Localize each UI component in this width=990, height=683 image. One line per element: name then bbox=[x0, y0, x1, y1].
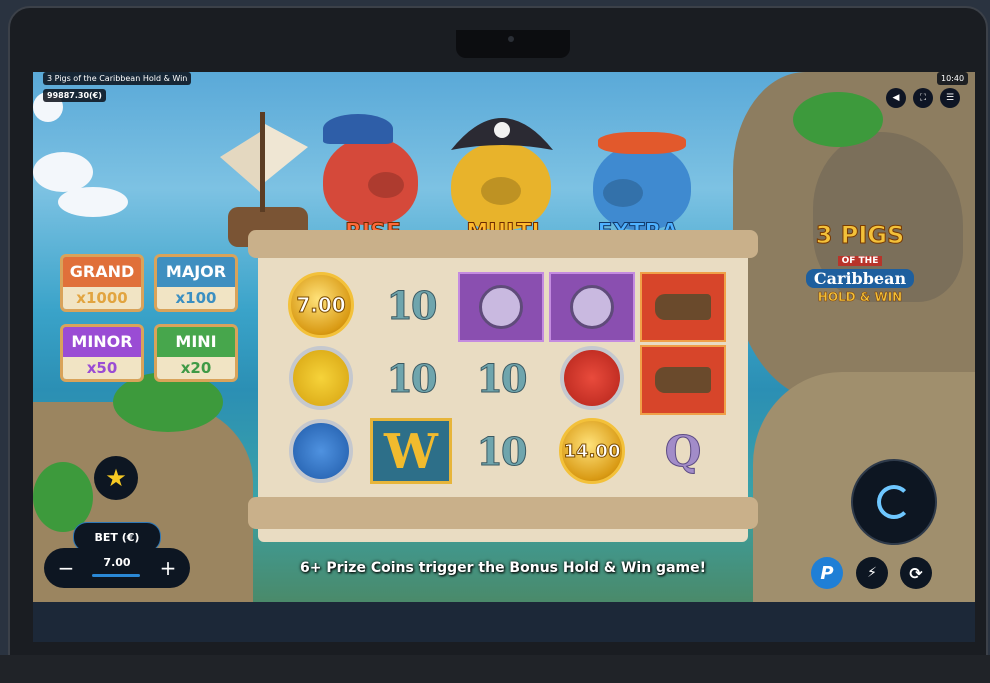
blue-pig-coin bbox=[289, 419, 353, 483]
symbol-q: Q bbox=[664, 426, 702, 476]
bet-decrease-button[interactable]: − bbox=[52, 554, 80, 582]
symbol-10: 10 bbox=[476, 428, 528, 474]
logo-line2: OF THE bbox=[837, 256, 883, 266]
reel-cell-2-2: 10 bbox=[368, 343, 454, 413]
game-screen: 3 Pigs of the Caribbean Hold & Win 99887… bbox=[33, 72, 975, 602]
bet-control: − 7.00 + bbox=[44, 548, 190, 588]
pirate-hat bbox=[451, 118, 553, 150]
reel-cell-1-3 bbox=[458, 272, 544, 342]
bet-increase-button[interactable]: + bbox=[154, 554, 182, 582]
camera-icon bbox=[508, 36, 514, 42]
reel-cell-1-5 bbox=[640, 272, 726, 342]
reel-cell-2-4 bbox=[549, 343, 635, 413]
laptop-base bbox=[0, 655, 990, 683]
red-pig-coin bbox=[560, 346, 624, 410]
prize-coin: 14.00 bbox=[559, 418, 625, 484]
gold-pig-coin bbox=[289, 346, 353, 410]
logo-line3: Caribbean bbox=[806, 269, 914, 288]
reel-cell-3-2: W bbox=[368, 416, 454, 486]
rise-pig-hair bbox=[323, 114, 393, 144]
turbo-icon[interactable]: ⚡ bbox=[856, 557, 888, 589]
jackpot-minor: MINOR x50 bbox=[60, 324, 144, 382]
jackpot-major: MAJOR x100 bbox=[154, 254, 238, 312]
camera-notch bbox=[456, 30, 570, 58]
jackpot-major-name: MAJOR bbox=[157, 257, 235, 287]
clock: 10:40 bbox=[937, 72, 969, 85]
palm-tree bbox=[793, 92, 883, 147]
info-message: 6+ Prize Coins trigger the Bonus Hold & … bbox=[300, 560, 706, 576]
jackpot-mini: MINI x20 bbox=[154, 324, 238, 382]
bandana bbox=[598, 132, 686, 154]
favorite-star-button[interactable]: ★ bbox=[94, 456, 138, 500]
jackpot-mini-name: MINI bbox=[157, 327, 235, 357]
rise-pig bbox=[323, 137, 418, 225]
reel-cell-1-2: 10 bbox=[368, 270, 454, 340]
balance-display: 99887.30(€) bbox=[43, 89, 106, 102]
reel-cell-3-5: Q bbox=[640, 416, 726, 486]
scroll-bottom-rod bbox=[248, 497, 758, 529]
screen-bezel bbox=[33, 602, 975, 642]
menu-icon[interactable]: ☰ bbox=[940, 88, 960, 108]
jackpot-mini-value: x20 bbox=[157, 357, 235, 379]
jackpot-grand-name: GRAND bbox=[63, 257, 141, 287]
cannon-icon bbox=[655, 294, 711, 320]
compass-icon bbox=[479, 285, 523, 329]
wild-symbol: W bbox=[370, 418, 452, 484]
reel-cell-2-1 bbox=[278, 343, 364, 413]
autoplay-icon[interactable]: ⟳ bbox=[900, 557, 932, 589]
reel-cell-2-3: 10 bbox=[458, 343, 544, 413]
symbol-10: 10 bbox=[386, 282, 438, 328]
scroll-top-rod bbox=[248, 230, 758, 258]
spin-button[interactable] bbox=[851, 459, 937, 545]
reel-cell-3-3: 10 bbox=[458, 416, 544, 486]
star-icon: ★ bbox=[105, 464, 127, 492]
symbol-10: 10 bbox=[386, 355, 438, 401]
jackpot-grand: GRAND x1000 bbox=[60, 254, 144, 312]
extra-pig bbox=[593, 144, 691, 230]
cloud bbox=[33, 152, 93, 192]
jackpot-minor-value: x50 bbox=[63, 357, 141, 379]
reel-cell-1-1: 7.00 bbox=[278, 270, 364, 340]
reel-cell-3-1 bbox=[278, 416, 364, 486]
cloud bbox=[58, 187, 128, 217]
bet-slider-track[interactable] bbox=[92, 574, 140, 577]
game-logo: 3 PIGS OF THE Caribbean HOLD & WIN bbox=[800, 222, 920, 317]
jackpot-major-value: x100 bbox=[157, 287, 235, 309]
provider-button[interactable]: P bbox=[811, 557, 843, 589]
symbol-10: 10 bbox=[476, 355, 528, 401]
game-title: 3 Pigs of the Caribbean Hold & Win bbox=[43, 72, 192, 85]
bet-value: 7.00 bbox=[103, 556, 131, 569]
prize-coin: 7.00 bbox=[288, 272, 354, 338]
fullscreen-icon[interactable]: ⛶ bbox=[913, 88, 933, 108]
reel-cell-3-4: 14.00 bbox=[549, 416, 635, 486]
logo-line4: HOLD & WIN bbox=[817, 290, 903, 305]
sound-icon[interactable]: ◀ bbox=[886, 88, 906, 108]
cannon-icon bbox=[655, 367, 711, 393]
compass-icon bbox=[570, 285, 614, 329]
reel-cell-2-5 bbox=[640, 345, 726, 415]
spin-icon bbox=[877, 485, 911, 519]
logo-line1: 3 PIGS bbox=[815, 221, 905, 249]
reel-cell-1-4 bbox=[549, 272, 635, 342]
jackpot-minor-name: MINOR bbox=[63, 327, 141, 357]
jackpot-grand-value: x1000 bbox=[63, 287, 141, 309]
